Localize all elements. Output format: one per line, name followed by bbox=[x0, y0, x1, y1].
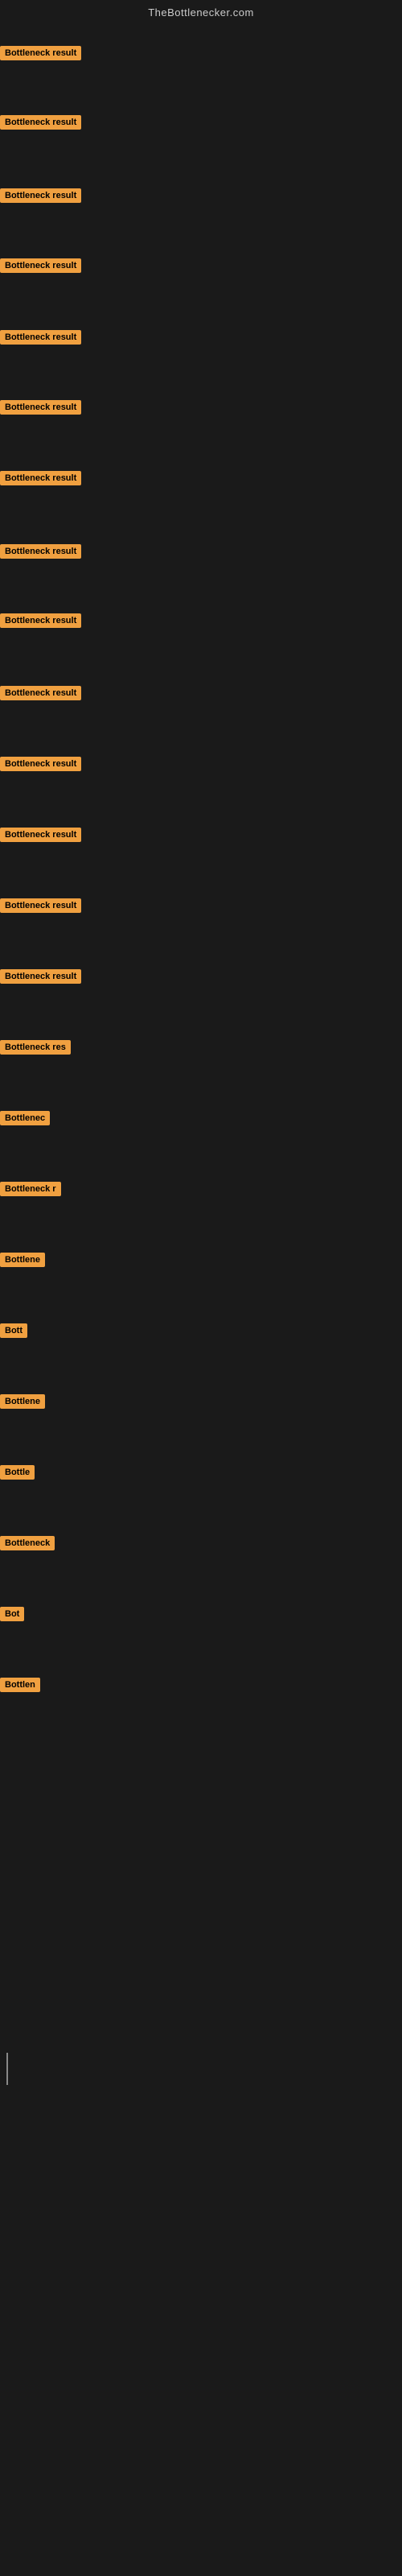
bottleneck-badge-12[interactable]: Bottleneck result bbox=[0, 828, 81, 846]
badge-label-7: Bottleneck result bbox=[0, 471, 81, 485]
bottleneck-badge-4[interactable]: Bottleneck result bbox=[0, 258, 81, 277]
badge-label-1: Bottleneck result bbox=[0, 46, 81, 60]
badge-label-11: Bottleneck result bbox=[0, 757, 81, 771]
badge-label-12: Bottleneck result bbox=[0, 828, 81, 842]
bottleneck-badge-20[interactable]: Bottlene bbox=[0, 1394, 45, 1413]
bottleneck-badge-6[interactable]: Bottleneck result bbox=[0, 400, 81, 419]
badge-label-14: Bottleneck result bbox=[0, 969, 81, 984]
bottleneck-badge-10[interactable]: Bottleneck result bbox=[0, 686, 81, 704]
badge-label-2: Bottleneck result bbox=[0, 115, 81, 130]
bottleneck-badge-7[interactable]: Bottleneck result bbox=[0, 471, 81, 489]
badge-label-10: Bottleneck result bbox=[0, 686, 81, 700]
bottleneck-badge-5[interactable]: Bottleneck result bbox=[0, 330, 81, 349]
badge-label-3: Bottleneck result bbox=[0, 188, 81, 203]
badge-label-17: Bottleneck r bbox=[0, 1182, 61, 1196]
bottleneck-badge-22[interactable]: Bottleneck bbox=[0, 1536, 55, 1554]
badge-label-13: Bottleneck result bbox=[0, 898, 81, 913]
badge-label-20: Bottlene bbox=[0, 1394, 45, 1409]
bottleneck-badge-18[interactable]: Bottlene bbox=[0, 1253, 45, 1271]
badge-label-23: Bot bbox=[0, 1607, 24, 1621]
bottleneck-badge-8[interactable]: Bottleneck result bbox=[0, 544, 81, 563]
badge-label-4: Bottleneck result bbox=[0, 258, 81, 273]
badge-label-18: Bottlene bbox=[0, 1253, 45, 1267]
badge-label-21: Bottle bbox=[0, 1465, 35, 1480]
badge-label-9: Bottleneck result bbox=[0, 613, 81, 628]
badge-label-19: Bott bbox=[0, 1323, 27, 1338]
bottleneck-badge-23[interactable]: Bot bbox=[0, 1607, 24, 1625]
bottleneck-badge-24[interactable]: Bottlen bbox=[0, 1678, 40, 1696]
bottleneck-badge-1[interactable]: Bottleneck result bbox=[0, 46, 81, 64]
bottleneck-badge-14[interactable]: Bottleneck result bbox=[0, 969, 81, 988]
badge-label-24: Bottlen bbox=[0, 1678, 40, 1692]
badge-label-22: Bottleneck bbox=[0, 1536, 55, 1550]
bottleneck-badge-11[interactable]: Bottleneck result bbox=[0, 757, 81, 775]
badge-label-6: Bottleneck result bbox=[0, 400, 81, 415]
badge-label-16: Bottlenec bbox=[0, 1111, 50, 1125]
bottleneck-badge-19[interactable]: Bott bbox=[0, 1323, 27, 1342]
cursor-line bbox=[6, 2053, 8, 2085]
bottleneck-badge-15[interactable]: Bottleneck res bbox=[0, 1040, 71, 1059]
bottleneck-badge-9[interactable]: Bottleneck result bbox=[0, 613, 81, 632]
badge-label-8: Bottleneck result bbox=[0, 544, 81, 559]
bottleneck-badge-17[interactable]: Bottleneck r bbox=[0, 1182, 61, 1200]
badge-label-5: Bottleneck result bbox=[0, 330, 81, 345]
bottleneck-badge-16[interactable]: Bottlenec bbox=[0, 1111, 50, 1129]
bottleneck-badge-13[interactable]: Bottleneck result bbox=[0, 898, 81, 917]
badge-label-15: Bottleneck res bbox=[0, 1040, 71, 1055]
bottleneck-badge-3[interactable]: Bottleneck result bbox=[0, 188, 81, 207]
site-header: TheBottlenecker.com bbox=[0, 0, 402, 22]
bottleneck-badge-2[interactable]: Bottleneck result bbox=[0, 115, 81, 134]
bottleneck-badge-21[interactable]: Bottle bbox=[0, 1465, 35, 1484]
